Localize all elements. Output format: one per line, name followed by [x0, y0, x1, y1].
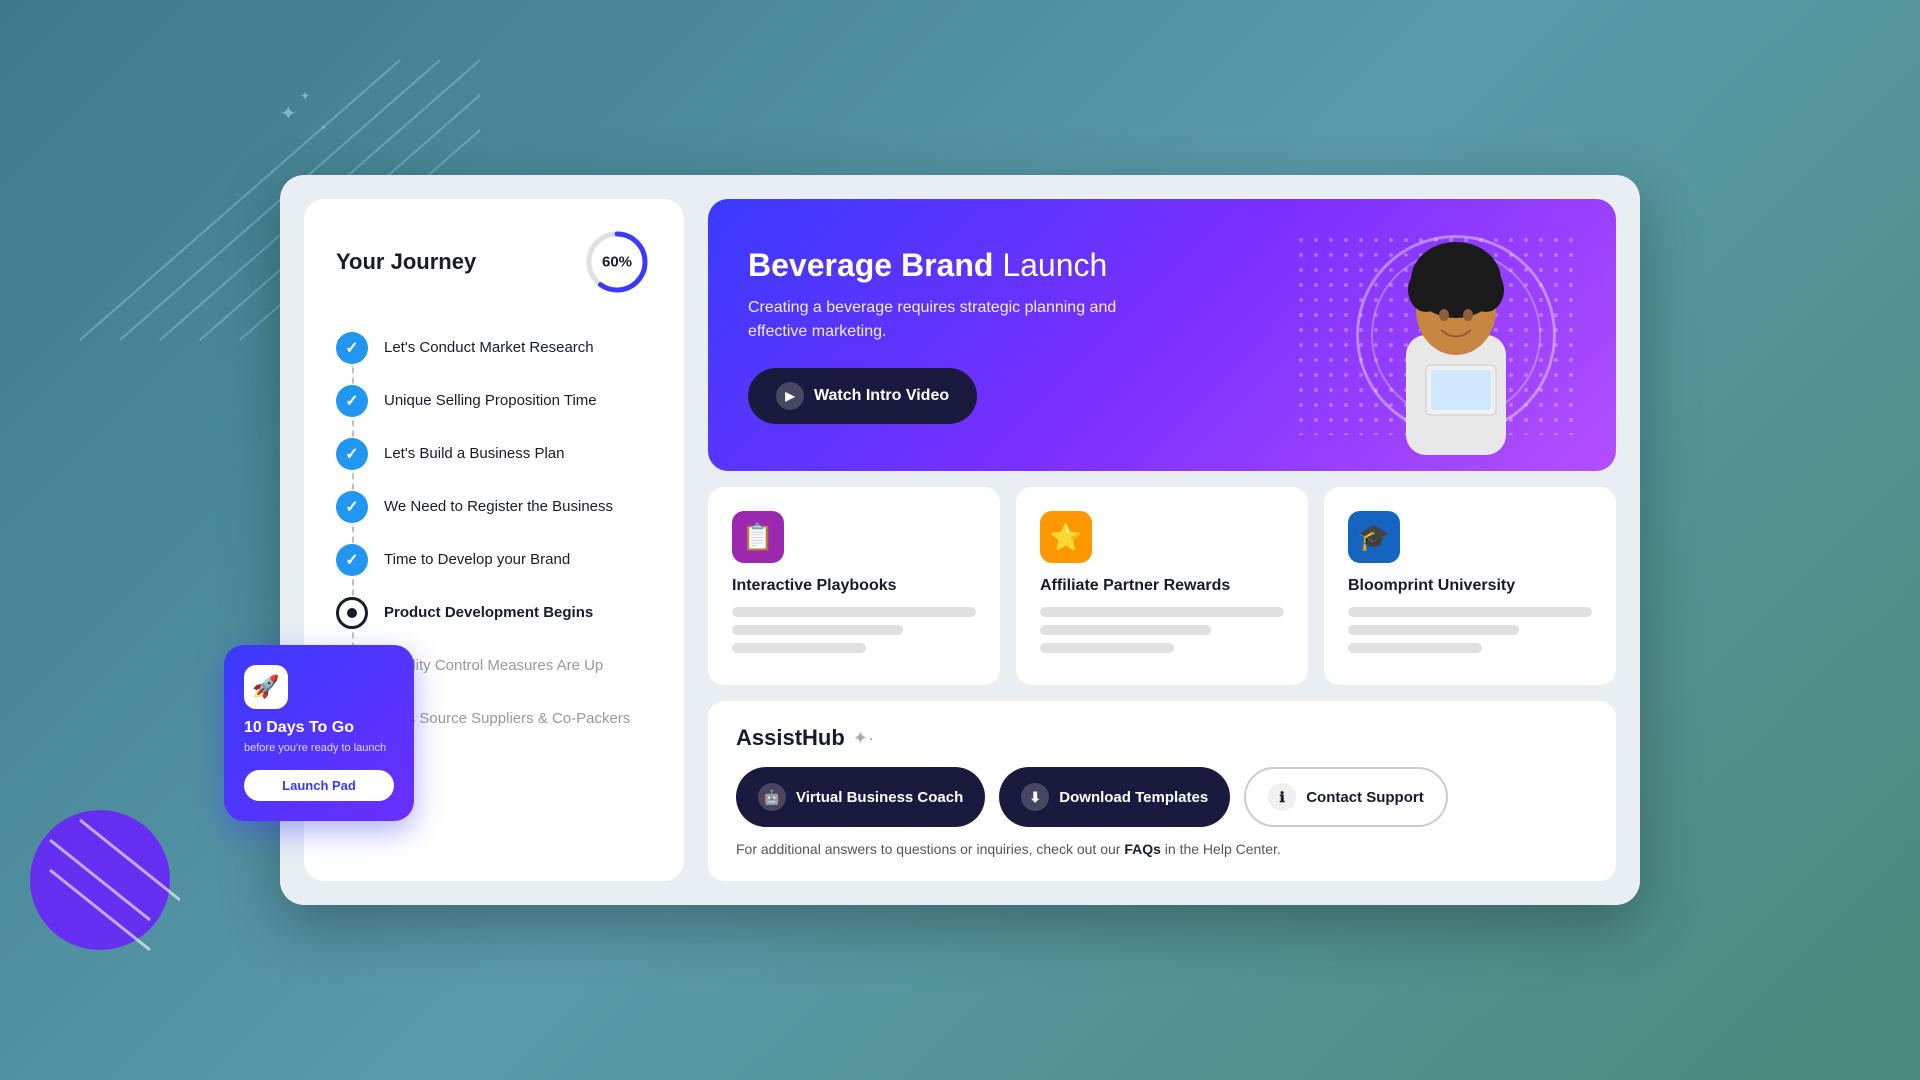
main-container: Your Journey 60% ✓ Let's Conduct Market … — [280, 175, 1640, 905]
sparkle-icon: ✦· — [853, 728, 874, 749]
skeleton — [1040, 643, 1174, 653]
deco-purple-shape — [20, 800, 180, 960]
journey-item-label: Product Development Begins — [384, 586, 593, 639]
journey-item: ✓ Let's Build a Business Plan — [336, 427, 652, 480]
playbooks-title: Interactive Playbooks — [732, 577, 976, 595]
completed-icon: ✓ — [336, 438, 368, 470]
watch-intro-button[interactable]: ▶ Watch Intro Video — [748, 368, 977, 424]
completed-icon: ✓ — [336, 544, 368, 576]
launch-pad-button[interactable]: Launch Pad — [244, 770, 394, 801]
watch-btn-label: Watch Intro Video — [814, 387, 949, 405]
download-templates-label: Download Templates — [1059, 789, 1208, 806]
hero-title: Beverage Brand Launch — [748, 247, 1168, 284]
journey-item-label: Quality Control Measures Are Up — [384, 639, 603, 692]
skeleton — [1040, 607, 1284, 617]
hero-content: Beverage Brand Launch Creating a beverag… — [748, 247, 1168, 424]
journey-title: Your Journey — [336, 249, 476, 275]
skeleton — [1348, 625, 1519, 635]
hero-title-bold: Beverage Brand — [748, 247, 993, 283]
assist-hub-header: AssistHub ✦· — [736, 725, 1588, 751]
playbooks-icon: 📋 — [732, 511, 784, 563]
assist-footer-text: For additional answers to questions or i… — [736, 841, 1124, 857]
feature-cards-row: 📋 Interactive Playbooks ⭐ Affiliate Part… — [708, 487, 1616, 685]
svg-text:✦: ✦ — [300, 89, 310, 103]
journey-item: ✓ Unique Selling Proposition Time — [336, 374, 652, 427]
completed-icon: ✓ — [336, 491, 368, 523]
skeleton — [1348, 607, 1592, 617]
download-templates-button[interactable]: ⬇ Download Templates — [999, 767, 1230, 827]
virtual-coach-label: Virtual Business Coach — [796, 789, 963, 806]
play-icon: ▶ — [776, 382, 804, 410]
assist-footer: For additional answers to questions or i… — [736, 841, 1588, 857]
launch-pad-icon: 🚀 — [244, 665, 288, 709]
journey-item-label: We Need to Register the Business — [384, 480, 613, 533]
interactive-playbooks-card: 📋 Interactive Playbooks — [708, 487, 1000, 685]
skeleton — [732, 607, 976, 617]
skeleton — [1040, 625, 1211, 635]
hero-banner: Beverage Brand Launch Creating a beverag… — [708, 199, 1616, 471]
journey-item: ✓ We Need to Register the Business — [336, 480, 652, 533]
hero-person — [1366, 235, 1546, 455]
hero-title-rest: Launch — [993, 247, 1107, 283]
faqs-link[interactable]: FAQs — [1124, 841, 1161, 857]
journey-item-label: Let's Build a Business Plan — [384, 427, 564, 480]
svg-text:✦: ✦ — [280, 103, 297, 125]
assist-hub: AssistHub ✦· 🤖 Virtual Business Coach ⬇ … — [708, 701, 1616, 881]
progress-circle: 60% — [582, 227, 652, 297]
hero-description: Creating a beverage requires strategic p… — [748, 296, 1168, 344]
assist-rest: Hub — [802, 725, 845, 750]
bloomprint-university-card: 🎓 Bloomprint University — [1324, 487, 1616, 685]
university-title: Bloomprint University — [1348, 577, 1592, 595]
journey-item-label: Let's Conduct Market Research — [384, 321, 594, 374]
assist-buttons: 🤖 Virtual Business Coach ⬇ Download Temp… — [736, 767, 1588, 827]
assist-hub-title: AssistHub — [736, 725, 845, 751]
coach-icon: 🤖 — [758, 783, 786, 811]
affiliate-title: Affiliate Partner Rewards — [1040, 577, 1284, 595]
progress-percent: 60% — [602, 254, 632, 271]
launch-pad-subtitle: before you're ready to launch — [244, 741, 394, 756]
university-icon: 🎓 — [1348, 511, 1400, 563]
contact-support-label: Contact Support — [1306, 789, 1424, 806]
right-panel: Beverage Brand Launch Creating a beverag… — [708, 199, 1616, 881]
journey-item: ✓ Let's Conduct Market Research — [336, 321, 652, 374]
journey-item-label: Unique Selling Proposition Time — [384, 374, 597, 427]
journey-item-label: Time to Develop your Brand — [384, 533, 570, 586]
affiliate-icon: ⭐ — [1040, 511, 1092, 563]
skeleton — [732, 643, 866, 653]
launch-pad-title: 10 Days To Go — [244, 719, 394, 737]
journey-item-label: Let's Source Suppliers & Co-Packers — [384, 692, 630, 745]
skeleton — [1348, 643, 1482, 653]
left-panel: Your Journey 60% ✓ Let's Conduct Market … — [304, 199, 684, 881]
hero-image-area — [1296, 235, 1576, 435]
info-icon: ℹ — [1268, 783, 1296, 811]
journey-item-current: Product Development Begins — [336, 586, 652, 639]
assist-footer-rest: in the Help Center. — [1161, 841, 1281, 857]
download-icon: ⬇ — [1021, 783, 1049, 811]
skeleton — [732, 625, 903, 635]
contact-support-button[interactable]: ℹ Contact Support — [1244, 767, 1448, 827]
affiliate-rewards-card: ⭐ Affiliate Partner Rewards — [1016, 487, 1308, 685]
assist-bold: Assist — [736, 725, 802, 750]
completed-icon: ✓ — [336, 332, 368, 364]
current-icon — [336, 597, 368, 629]
launch-pad-card: 🚀 10 Days To Go before you're ready to l… — [224, 645, 414, 821]
journey-item: ✓ Time to Develop your Brand — [336, 533, 652, 586]
svg-text:✦: ✦ — [320, 123, 327, 132]
journey-header: Your Journey 60% — [336, 227, 652, 297]
completed-icon: ✓ — [336, 385, 368, 417]
virtual-coach-button[interactable]: 🤖 Virtual Business Coach — [736, 767, 985, 827]
